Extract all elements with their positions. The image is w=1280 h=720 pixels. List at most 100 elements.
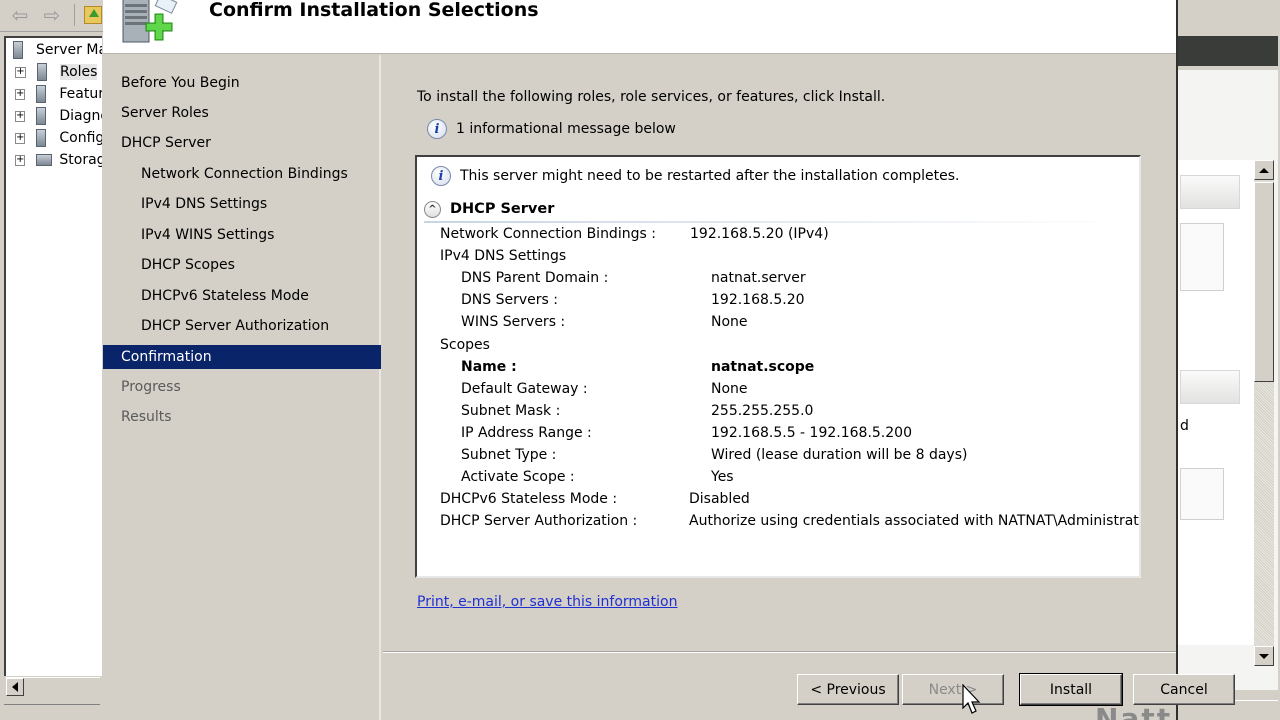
summary-value: Disabled [689, 491, 750, 508]
server-add-icon [122, 0, 178, 43]
details-section-box [1180, 468, 1224, 520]
wizard-steps-nav: Before You Begin Server Roles DHCP Serve… [103, 55, 381, 720]
toolbar-separator [74, 4, 75, 26]
expand-icon[interactable]: + [15, 66, 26, 78]
server-manager-tree: Server Manager + Roles + Features + Diag… [4, 36, 102, 676]
footer-separator [383, 651, 1176, 653]
watermark-text: Natt [1095, 705, 1172, 720]
back-arrow-icon[interactable]: ⇦ [6, 3, 34, 27]
summary-label: Default Gateway : [461, 380, 588, 397]
storage-icon [33, 150, 53, 170]
step-dhcpv6-stateless-mode[interactable]: DHCPv6 Stateless Mode [103, 284, 381, 308]
intro-text: To install the following roles, role ser… [417, 89, 886, 105]
wizard-header: Confirm Installation Selections [103, 0, 1176, 54]
step-results: Results [121, 409, 172, 425]
info-icon: i [431, 166, 451, 186]
previous-button[interactable]: < Previous [797, 674, 899, 705]
expand-icon[interactable]: + [15, 154, 26, 166]
summary-value: natnat.scope [711, 358, 815, 375]
install-button[interactable]: Install [1019, 673, 1123, 706]
scroll-up-icon[interactable] [1254, 160, 1274, 180]
expand-icon[interactable]: + [15, 88, 26, 100]
scroll-down-icon[interactable] [1254, 646, 1274, 666]
info-count-row: i 1 informational message below [427, 119, 676, 139]
restart-message: i This server might need to be restarted… [431, 166, 959, 186]
cancel-button[interactable]: Cancel [1133, 674, 1235, 705]
summary-label: WINS Servers : [461, 314, 566, 331]
collapse-chevron-up-icon[interactable]: ^ [424, 200, 441, 218]
wizard-content: To install the following roles, role ser… [383, 55, 1235, 720]
step-ipv4-wins-settings[interactable]: IPv4 WINS Settings [103, 223, 381, 247]
server-manager-status-bar [4, 704, 100, 720]
tree-item-diagnostics[interactable]: + Diagnostics [6, 105, 102, 127]
summary-label: Activate Scope : [461, 469, 575, 486]
summary-label: DNS Parent Domain : [461, 270, 609, 287]
summary-label: IPv4 DNS Settings [440, 248, 567, 265]
summary-label: Network Connection Bindings : [440, 226, 656, 242]
details-section-header [1180, 175, 1240, 209]
tree-horizontal-scrollbar[interactable] [6, 677, 100, 696]
server-manager-toolbar: ⇦ ⇨ [0, 0, 105, 32]
restart-message-text: This server might need to be restarted a… [460, 168, 960, 184]
expand-icon[interactable]: + [15, 110, 26, 122]
selection-summary-box: i This server might need to be restarted… [415, 155, 1141, 578]
summary-value: None [711, 380, 748, 397]
info-icon: i [427, 119, 447, 139]
summary-value: Yes [711, 469, 734, 486]
summary-value: Wired (lease duration will be 8 days) [711, 447, 968, 463]
summary-value: 192.168.5.20 [711, 292, 805, 309]
summary-label: DHCP Server Authorization : [440, 513, 638, 530]
step-before-you-begin[interactable]: Before You Begin [103, 71, 381, 95]
roles-icon [34, 62, 54, 82]
server-manager-details-pane: d [1178, 0, 1280, 720]
summary-label: DNS Servers : [461, 292, 558, 309]
summary-value: natnat.server [711, 270, 806, 287]
step-ipv4-dns-settings[interactable]: IPv4 DNS Settings [103, 192, 381, 216]
step-dhcp-server-authorization[interactable]: DHCP Server Authorization [103, 314, 381, 338]
tree-item-features[interactable]: + Features [6, 83, 102, 105]
info-count-text: 1 informational message below [456, 121, 676, 137]
details-section-box [1180, 223, 1224, 291]
up-folder-icon[interactable] [84, 6, 102, 24]
step-server-roles[interactable]: Server Roles [103, 101, 381, 125]
summary-value: 255.255.255.0 [711, 402, 814, 419]
step-confirmation[interactable]: Confirmation [103, 345, 381, 369]
tree-item-server-manager[interactable]: Server Manager [6, 39, 102, 61]
summary-label: Scopes [440, 336, 490, 353]
tree-item-storage[interactable]: + Storage [6, 149, 102, 171]
details-section-header [1180, 370, 1240, 404]
summary-label: Name : [461, 358, 517, 375]
section-title: DHCP Server [450, 201, 555, 217]
wizard-page-title: Confirm Installation Selections [209, 0, 539, 21]
summary-label: IP Address Range : [461, 424, 592, 441]
mouse-cursor-icon [962, 684, 981, 714]
diagnostics-icon [33, 106, 53, 126]
summary-value: 192.168.5.5 - 192.168.5.200 [711, 424, 912, 441]
configuration-icon [33, 128, 53, 148]
forward-arrow-icon[interactable]: ⇨ [38, 3, 66, 27]
print-email-save-link[interactable]: Print, e-mail, or save this information [417, 594, 677, 610]
scroll-thumb[interactable] [1254, 182, 1274, 382]
summary-label: Subnet Type : [461, 447, 557, 463]
details-vertical-scrollbar[interactable] [1254, 160, 1274, 666]
step-dhcp-server[interactable]: DHCP Server [103, 131, 381, 155]
tree-item-configuration[interactable]: + Configuration [6, 127, 102, 149]
details-text-fragment: d [1180, 418, 1189, 434]
step-network-connection-bindings[interactable]: Network Connection Bindings [103, 162, 381, 186]
summary-value: 192.168.5.20 (IPv4) [690, 226, 829, 242]
summary-value: Authorize using credentials associated w… [689, 513, 1141, 530]
summary-label: DHCPv6 Stateless Mode : [440, 491, 618, 508]
scroll-left-icon[interactable] [6, 678, 24, 696]
summary-label: Subnet Mask : [461, 402, 561, 419]
tree-item-roles[interactable]: + Roles [6, 61, 102, 83]
expand-icon[interactable]: + [15, 132, 26, 144]
summary-value: None [711, 314, 748, 331]
step-dhcp-scopes[interactable]: DHCP Scopes [103, 253, 381, 277]
server-manager-icon [10, 40, 30, 60]
next-button: Next > [902, 674, 1004, 705]
features-icon [33, 84, 53, 104]
step-progress: Progress [121, 379, 181, 395]
add-roles-wizard: Confirm Installation Selections Before Y… [103, 0, 1235, 720]
dhcp-server-section-header[interactable]: ^ DHCP Server [424, 197, 1124, 223]
details-header-bar [1178, 36, 1278, 66]
